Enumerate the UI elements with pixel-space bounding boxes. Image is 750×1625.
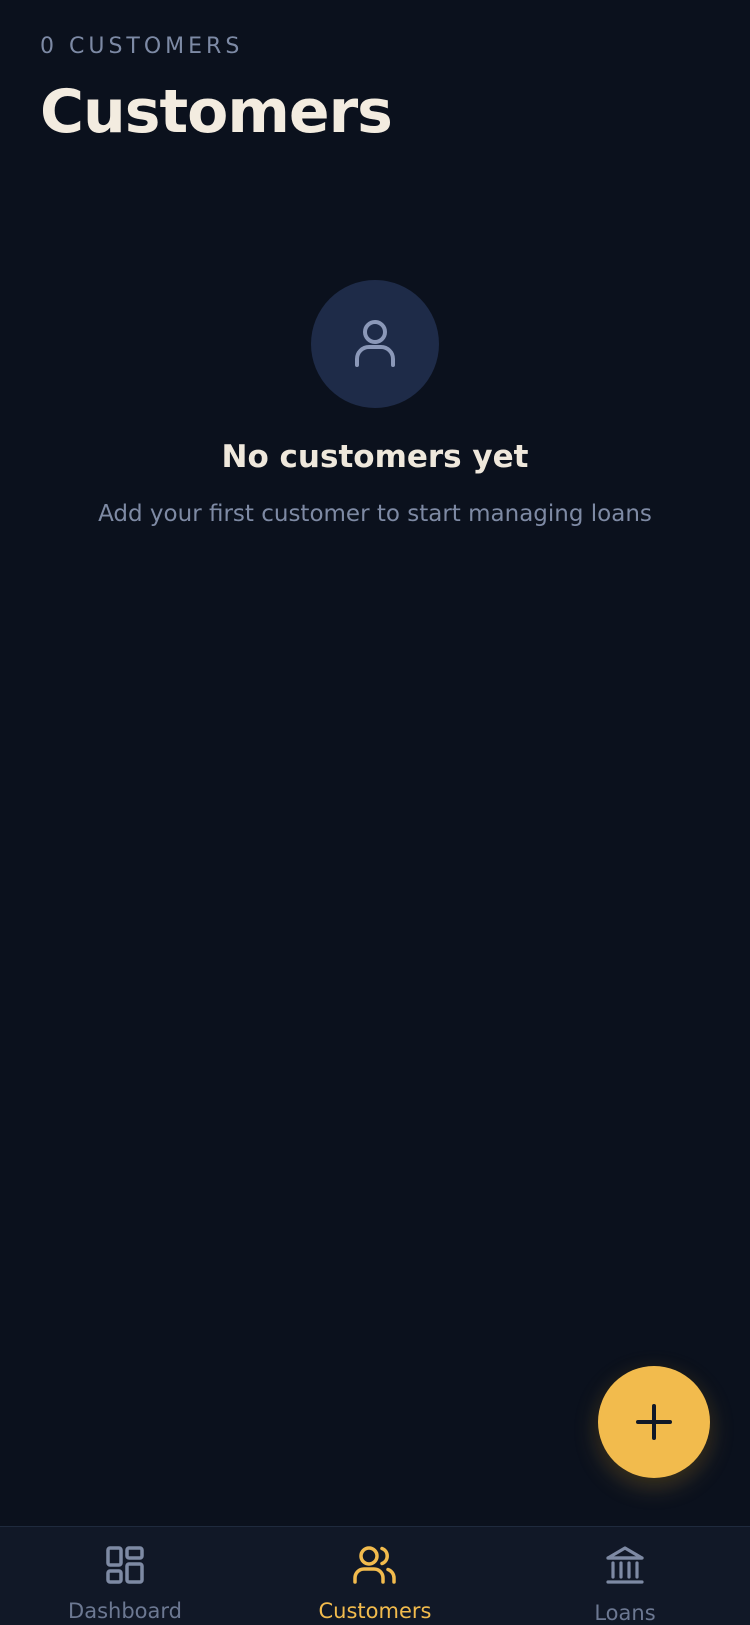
empty-state-avatar <box>311 280 439 408</box>
dashboard-grid-icon <box>106 1546 144 1584</box>
nav-item-customers[interactable]: Customers <box>250 1527 500 1625</box>
page-header: 0 CUSTOMERS Customers <box>40 30 393 152</box>
customer-count-label: 0 CUSTOMERS <box>40 34 244 59</box>
nav-item-loans[interactable]: Loans <box>500 1527 750 1625</box>
nav-label-customers: Customers <box>318 1599 432 1623</box>
bottom-nav: Dashboard Customers Loans <box>0 1526 750 1625</box>
empty-state-subtitle: Add your first customer to start managin… <box>98 501 652 527</box>
user-icon <box>355 320 395 367</box>
nav-label-dashboard: Dashboard <box>68 1599 182 1623</box>
empty-state-title: No customers yet <box>221 439 529 475</box>
nav-item-dashboard[interactable]: Dashboard <box>0 1527 250 1625</box>
nav-label-loans: Loans <box>594 1601 656 1625</box>
add-customer-button[interactable] <box>598 1366 710 1478</box>
users-icon <box>353 1546 396 1584</box>
plus-icon <box>636 1404 672 1440</box>
empty-state: No customers yet Add your first customer… <box>0 280 750 532</box>
page-title: Customers <box>40 77 393 147</box>
bank-icon <box>606 1546 644 1584</box>
